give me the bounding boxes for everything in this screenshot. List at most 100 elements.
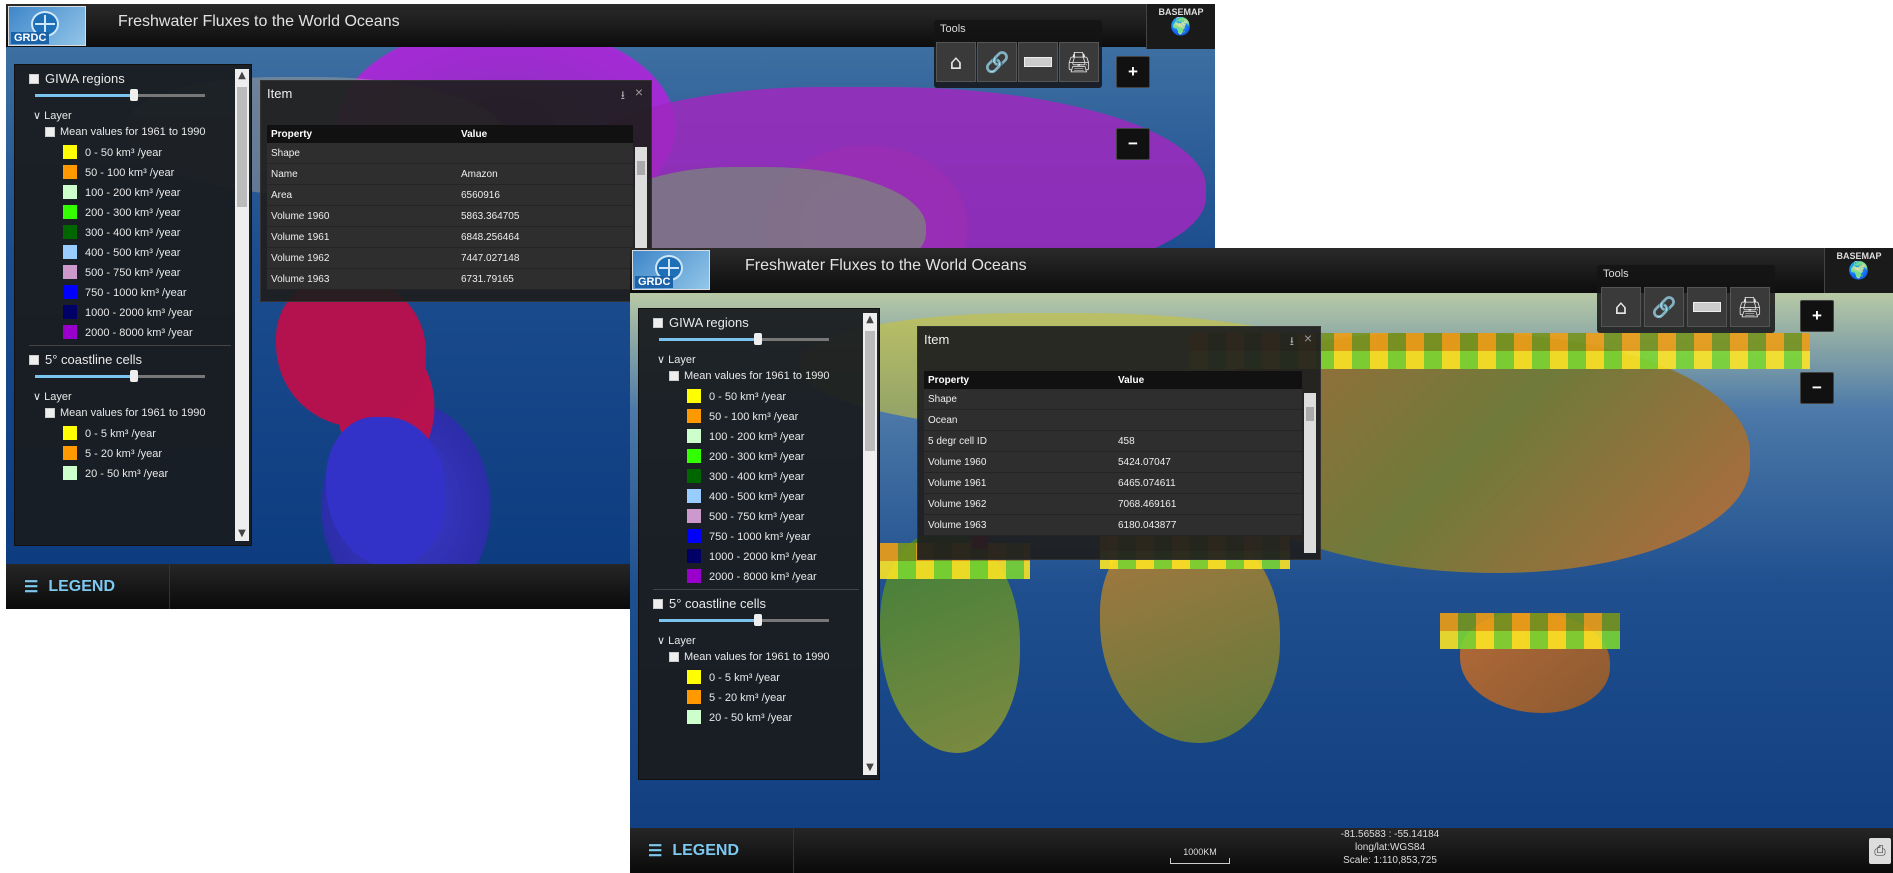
mean-values-row[interactable]: Mean values for 1961 to 1990 — [45, 126, 231, 138]
grdc-logo[interactable]: GRDC — [8, 6, 86, 46]
layer-checkbox[interactable] — [29, 73, 39, 84]
dock-icon[interactable]: ⭳ — [621, 86, 625, 107]
layer-title[interactable]: GIWA regions — [29, 71, 231, 86]
mean-values-checkbox[interactable] — [669, 652, 679, 662]
dock-icon[interactable]: ⭳ — [1290, 332, 1294, 353]
scroll-up-icon[interactable]: ▲ — [235, 69, 249, 83]
print-map-icon[interactable]: ⎙ — [1869, 838, 1891, 864]
opacity-slider[interactable] — [35, 370, 205, 382]
tools-panel: Tools ⌂ 🔗 🖨 — [934, 20, 1102, 88]
property-cell: Volume 1963 — [928, 519, 987, 531]
legend-swatch — [63, 245, 77, 259]
opacity-slider[interactable] — [35, 89, 205, 101]
legend-item: 0 - 5 km³ /year — [63, 422, 231, 440]
grdc-logo[interactable]: GRDC — [632, 250, 710, 290]
legend-scrollbar[interactable]: ▲ ▼ — [235, 69, 249, 541]
value-cell: 5424.07047 — [1118, 456, 1171, 468]
link-icon[interactable]: 🔗 — [977, 42, 1017, 82]
layer-subheading[interactable]: ∨ Layer — [657, 353, 859, 366]
property-cell: Volume 1961 — [928, 477, 987, 489]
mean-values-checkbox[interactable] — [45, 408, 55, 418]
column-header-value: Value — [461, 128, 488, 140]
close-icon[interactable]: × — [1304, 330, 1312, 346]
legend-item: 20 - 50 km³ /year — [63, 462, 231, 480]
home-icon[interactable]: ⌂ — [1601, 287, 1641, 327]
layer-title[interactable]: 5° coastline cells — [653, 596, 859, 611]
legend-swatch — [63, 305, 77, 319]
legend-swatch — [687, 529, 701, 543]
layer-title[interactable]: GIWA regions — [653, 315, 859, 330]
column-header-property: Property — [271, 128, 313, 140]
legend-item-label: 500 - 750 km³ /year — [85, 267, 181, 279]
slider-handle[interactable] — [129, 370, 138, 382]
zoom-in-button[interactable]: + — [1800, 300, 1834, 332]
slider-handle[interactable] — [753, 333, 762, 345]
legend-item-label: 0 - 5 km³ /year — [709, 672, 780, 684]
mean-values-row[interactable]: Mean values for 1961 to 1990 — [45, 407, 231, 419]
legend-swatch — [687, 670, 701, 684]
layer-checkbox[interactable] — [29, 354, 39, 365]
zoom-out-button[interactable]: − — [1116, 128, 1150, 160]
link-icon[interactable]: 🔗 — [1644, 287, 1684, 327]
legend-toggle-button[interactable]: ☰ LEGEND — [630, 828, 794, 873]
legend-item: 2000 - 8000 km³ /year — [687, 565, 859, 583]
mean-values-row[interactable]: Mean values for 1961 to 1990 — [669, 370, 859, 382]
home-icon[interactable]: ⌂ — [936, 42, 976, 82]
legend-item-label: 400 - 500 km³ /year — [709, 491, 805, 503]
layer-name: 5° coastline cells — [45, 352, 142, 367]
opacity-slider[interactable] — [659, 614, 829, 626]
scroll-up-icon[interactable]: ▲ — [863, 313, 877, 327]
measure-icon[interactable] — [1018, 42, 1058, 82]
scroll-thumb[interactable] — [865, 331, 875, 451]
legend-toggle-button[interactable]: ☰ LEGEND — [6, 564, 170, 609]
legend-swatch — [687, 489, 701, 503]
scroll-thumb[interactable] — [237, 87, 247, 207]
table-header-row: Property Value — [267, 125, 633, 143]
legend-swatch — [687, 409, 701, 423]
zoom-out-button[interactable]: − — [1800, 372, 1834, 404]
layer-subheading[interactable]: ∨ Layer — [657, 634, 859, 647]
close-icon[interactable]: × — [635, 84, 643, 100]
legend-item: 400 - 500 km³ /year — [687, 485, 859, 503]
legend-swatch — [63, 205, 77, 219]
zoom-in-button[interactable]: + — [1116, 56, 1150, 88]
mean-values-checkbox[interactable] — [669, 371, 679, 381]
scale-bar-label: 1000KM — [1183, 847, 1217, 857]
legend-item-label: 0 - 50 km³ /year — [709, 391, 787, 403]
legend-swatch — [63, 265, 77, 279]
legend-item-label: 300 - 400 km³ /year — [85, 227, 181, 239]
measure-icon[interactable] — [1687, 287, 1727, 327]
layer-checkbox[interactable] — [653, 598, 663, 609]
print-icon[interactable]: 🖨 — [1059, 42, 1099, 82]
popup-scrollbar[interactable] — [1304, 393, 1316, 553]
table-row: Name Amazon — [267, 164, 633, 185]
slider-handle[interactable] — [753, 614, 762, 626]
legend-swatch — [687, 710, 701, 724]
tools-label: Tools — [940, 23, 966, 35]
print-icon[interactable]: 🖨 — [1730, 287, 1770, 327]
legend-item-label: 2000 - 8000 km³ /year — [709, 571, 817, 583]
basemap-button[interactable]: BASEMAP 🌍 — [1146, 4, 1215, 49]
legend-group: 5° coastline cells ∨ Layer Mean values for… — [639, 590, 859, 724]
mean-values-checkbox[interactable] — [45, 127, 55, 137]
value-cell: Amazon — [461, 168, 498, 180]
opacity-slider[interactable] — [659, 333, 829, 345]
legend-item-label: 750 - 1000 km³ /year — [85, 287, 187, 299]
layer-subheading[interactable]: ∨ Layer — [33, 109, 231, 122]
legend-swatch — [63, 446, 77, 460]
layer-checkbox[interactable] — [653, 317, 663, 328]
mean-values-row[interactable]: Mean values for 1961 to 1990 — [669, 651, 859, 663]
legend-scrollbar[interactable]: ▲ ▼ — [863, 313, 877, 775]
scroll-down-icon[interactable]: ▼ — [863, 761, 877, 775]
slider-handle[interactable] — [129, 89, 138, 101]
scroll-down-icon[interactable]: ▼ — [235, 527, 249, 541]
item-popup: Item ⭳ × Property Value Shape Name Amazon Are… — [260, 80, 652, 302]
property-cell: Volume 1961 — [271, 231, 330, 243]
layer-subheading[interactable]: ∨ Layer — [33, 390, 231, 403]
legend-swatch — [63, 285, 77, 299]
basemap-button[interactable]: BASEMAP 🌍 — [1824, 248, 1893, 293]
layer-title[interactable]: 5° coastline cells — [29, 352, 231, 367]
legend-item: 50 - 100 km³ /year — [63, 161, 231, 179]
legend-swatch — [63, 325, 77, 339]
legend-item: 2000 - 8000 km³ /year — [63, 321, 231, 339]
